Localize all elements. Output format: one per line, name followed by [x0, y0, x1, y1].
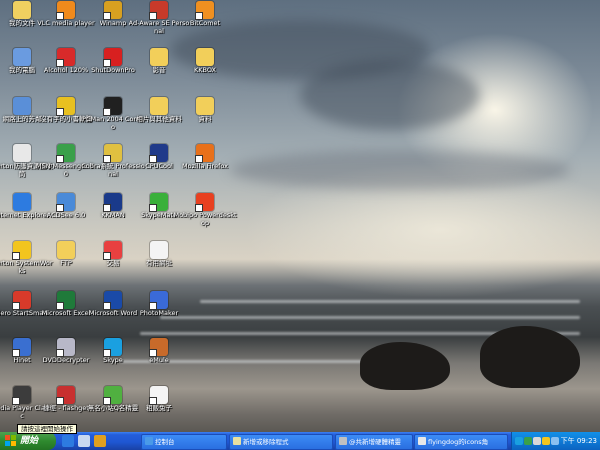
windows-logo-icon: [5, 435, 17, 447]
alcohol-icon: [56, 48, 75, 67]
winamp-icon: [103, 1, 122, 20]
clock: 下午 09:23: [560, 437, 597, 445]
kkman-icon: [103, 193, 122, 212]
bitcomet-icon: [195, 1, 214, 20]
adaware-icon: [149, 1, 168, 20]
show-desktop-icon[interactable]: [78, 435, 90, 447]
taskbar-button-label: @共新增硬體精靈: [349, 438, 401, 446]
desktop-icon-label: 粗飯兔子: [146, 404, 172, 412]
desktop-icon-label: 有用網址: [146, 259, 172, 267]
network-icon: [13, 97, 31, 115]
vlc-icon: [56, 1, 75, 20]
pcman-icon: [103, 97, 122, 116]
photomaker-icon: [149, 291, 168, 310]
book-app-icon: [56, 97, 75, 116]
acdsee-icon: [56, 193, 75, 212]
desktop-icon-label: Mobipo Powerdesktop: [173, 211, 237, 227]
my-documents-icon: [13, 1, 31, 19]
desktop-icon[interactable]: KKBOX: [173, 47, 237, 75]
trade-icon: [103, 241, 122, 260]
desktop-icon-label: Mozilla Firefox: [182, 162, 228, 170]
desktop-icon-label: BitComet: [189, 19, 221, 27]
desktop-icon[interactable]: Mozilla Firefox: [173, 143, 237, 171]
desktop-icon[interactable]: BitComet: [173, 0, 237, 28]
data-folder-icon: [196, 97, 214, 115]
ie-icon: [13, 193, 31, 211]
hinet-icon: [12, 338, 31, 357]
taskbar-button[interactable]: flyingdog的icons角: [414, 434, 508, 450]
tray-msn-icon[interactable]: [524, 437, 532, 445]
media-player-icon: [12, 386, 31, 405]
cobra-icon: [103, 144, 122, 163]
wallpaper-wave: [200, 300, 580, 303]
taskbar-button-label: 新增或移除程式: [243, 438, 289, 446]
taskbar-button[interactable]: 新增或移除程式: [229, 434, 333, 450]
cpucool-icon: [149, 144, 168, 163]
video-folder-icon: [150, 48, 168, 66]
tray-network-icon[interactable]: [551, 437, 559, 445]
desktop-icon[interactable]: eMule: [127, 337, 191, 365]
rabbit-icon: [149, 386, 168, 405]
tray-volume-icon[interactable]: [533, 437, 541, 445]
wallpaper-cloud: [230, 150, 570, 190]
photos-folder-icon: [150, 97, 168, 115]
kkbox-icon: [196, 48, 214, 66]
desktop-icon-label: eMule: [149, 356, 169, 364]
mobipo-icon: [195, 193, 214, 212]
tray-norton-icon[interactable]: [542, 437, 550, 445]
nero-icon: [12, 291, 31, 310]
dvd-decrypter-icon: [56, 338, 75, 357]
taskbar-button[interactable]: @共新增硬體精靈: [335, 434, 413, 450]
excel-icon: [56, 291, 75, 310]
browser-window-icon: [418, 437, 426, 445]
start-tooltip: 請按這裡開始操作: [17, 424, 77, 434]
desktop-icon[interactable]: Mobipo Powerdesktop: [173, 192, 237, 227]
bookmarks-icon: [150, 241, 168, 259]
ie-quicklaunch-icon[interactable]: [62, 435, 74, 447]
taskbar-button-label: flyingdog的icons角: [428, 438, 489, 446]
word-icon: [103, 291, 122, 310]
my-computer-icon: [13, 48, 31, 66]
msn-icon: [56, 144, 75, 163]
skypemate-icon: [149, 193, 168, 212]
hardware-wizard-icon: [339, 437, 347, 445]
tray-skype-icon[interactable]: [515, 437, 523, 445]
desktop-icon-label: KKBOX: [193, 66, 217, 74]
system-tray: 下午 09:23: [511, 432, 600, 450]
desktop-icon[interactable]: 資料: [173, 96, 237, 124]
start-label: 開始: [20, 436, 39, 446]
firefox-icon: [195, 144, 214, 163]
desktop-icon[interactable]: PhotoMaker: [127, 290, 191, 318]
desktop-icon[interactable]: 有用網址: [127, 240, 191, 268]
add-remove-icon: [233, 437, 241, 445]
shutdown-icon: [103, 48, 122, 67]
taskbar-button-label: 控制台: [155, 438, 175, 446]
wallpaper-rock: [480, 326, 580, 388]
desktop-icon-label: PhotoMaker: [139, 309, 179, 317]
wallpaper-rock: [360, 342, 450, 390]
emule-icon: [149, 338, 168, 357]
wallpaper-cloud: [300, 60, 480, 130]
flashget-icon: [56, 386, 75, 405]
media-quicklaunch-icon[interactable]: [94, 435, 106, 447]
control-panel-icon: [145, 437, 153, 445]
desktop: 我的文件我的電腦網路上的芳鄰Norton防護資源回收筒Internet Expl…: [0, 0, 600, 432]
ftp-folder-icon: [57, 241, 75, 259]
taskbar: 開始 控制台 新增或移除程式 @共新增硬體精靈 flyingdog的icons角 下午…: [0, 432, 600, 450]
desktop-icon[interactable]: 粗飯兔子: [127, 385, 191, 413]
recycle-bin-icon: [13, 144, 31, 162]
desktop-icon-label: 資料: [198, 115, 212, 123]
wallpaper-wave: [160, 316, 580, 319]
taskbar-button[interactable]: 控制台: [141, 434, 227, 450]
start-button[interactable]: 開始: [0, 432, 56, 450]
norton-icon: [12, 241, 31, 260]
wretch-icon: [103, 386, 122, 405]
skype-icon: [103, 338, 122, 357]
